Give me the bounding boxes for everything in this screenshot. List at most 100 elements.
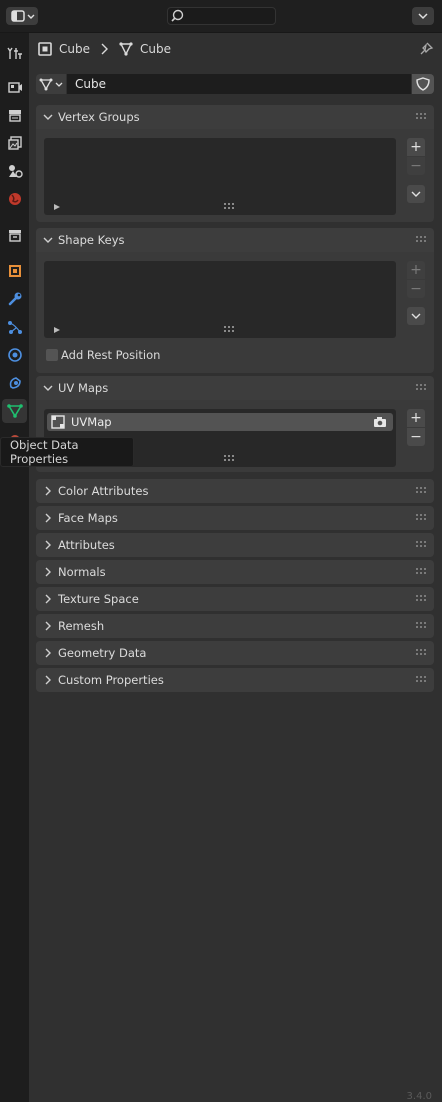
search-input[interactable]	[167, 7, 276, 25]
drag-handle-icon[interactable]	[416, 514, 428, 522]
add-shape-key-button[interactable]: +	[407, 261, 425, 279]
remove-shape-key-button[interactable]: −	[407, 280, 425, 298]
tab-output[interactable]	[2, 103, 27, 127]
breadcrumb: Cube Cube	[37, 40, 171, 58]
add-rest-position-checkbox[interactable]	[46, 349, 58, 361]
drag-handle-icon[interactable]	[416, 113, 428, 121]
mesh-data-icon	[39, 78, 63, 91]
drag-handle-icon[interactable]	[416, 676, 428, 684]
tab-modifiers[interactable]	[2, 287, 27, 311]
tab-object[interactable]	[2, 259, 27, 283]
resize-handle-icon[interactable]	[224, 455, 236, 461]
panel-body-shape-keys: + − Add Rest Position	[36, 252, 434, 373]
tooltip: Object Data Properties	[0, 437, 134, 467]
filter-expand-icon[interactable]	[54, 327, 60, 333]
vertex-group-list[interactable]	[44, 138, 396, 215]
uv-map-name: UVMap	[71, 415, 112, 429]
drag-handle-icon[interactable]	[416, 622, 428, 630]
search-icon	[171, 9, 184, 22]
view-layer-icon	[7, 136, 22, 150]
properties-tab-bar	[0, 33, 29, 1102]
render-icon	[7, 82, 22, 93]
panel-header-shape-keys[interactable]: Shape Keys	[36, 228, 434, 252]
tab-render[interactable]	[2, 75, 27, 99]
tab-constraints[interactable]	[2, 371, 27, 395]
drag-handle-icon[interactable]	[416, 649, 428, 657]
breadcrumb-object: Cube	[59, 42, 90, 56]
options-dropdown-button[interactable]	[412, 7, 434, 25]
panel-title: Shape Keys	[58, 233, 125, 247]
chevron-right-icon	[45, 621, 51, 631]
filter-expand-icon[interactable]	[54, 204, 60, 210]
browse-mesh-button[interactable]	[36, 74, 66, 94]
chevron-right-icon	[45, 540, 51, 550]
add-vertex-group-button[interactable]: +	[407, 138, 425, 156]
panel-title: UV Maps	[58, 381, 109, 395]
chevron-right-icon	[101, 43, 108, 55]
drag-handle-icon[interactable]	[416, 487, 428, 495]
panel-header-geometry-data[interactable]: Geometry Data	[36, 641, 434, 665]
remove-vertex-group-button[interactable]: −	[407, 157, 425, 175]
panel-header-attributes[interactable]: Attributes	[36, 533, 434, 557]
add-uv-map-button[interactable]: +	[407, 409, 425, 427]
properties-header	[0, 0, 442, 33]
chevron-down-icon	[43, 237, 53, 243]
pin-button[interactable]	[418, 41, 434, 57]
panel-header-color-attributes[interactable]: Color Attributes	[36, 479, 434, 503]
tab-collection[interactable]	[2, 223, 27, 247]
drag-handle-icon[interactable]	[416, 595, 428, 603]
object-icon	[8, 265, 21, 277]
object-icon	[38, 42, 52, 56]
mesh-data-icon	[119, 42, 133, 56]
chevron-right-icon	[45, 513, 51, 523]
panel-header-custom-properties[interactable]: Custom Properties	[36, 668, 434, 692]
chevron-right-icon	[45, 594, 51, 604]
resize-handle-icon[interactable]	[224, 203, 236, 209]
properties-main: Cube Cube Cube Vertex Groups + − Shape K…	[29, 33, 442, 1102]
drag-handle-icon[interactable]	[416, 384, 428, 392]
tab-view-layer[interactable]	[2, 131, 27, 155]
drag-handle-icon[interactable]	[416, 236, 428, 244]
version-label: 3.4.0	[406, 1091, 432, 1102]
tab-tool[interactable]	[2, 41, 27, 65]
panel-header-texture-space[interactable]: Texture Space	[36, 587, 434, 611]
world-icon	[8, 193, 21, 205]
chevron-down-icon	[411, 191, 421, 197]
properties-editor-icon	[11, 10, 35, 22]
chevron-right-icon	[45, 648, 51, 658]
panel-title: Attributes	[58, 538, 115, 552]
tab-physics[interactable]	[2, 343, 27, 367]
tab-world[interactable]	[2, 187, 27, 211]
panel-header-face-maps[interactable]: Face Maps	[36, 506, 434, 530]
pin-icon	[420, 42, 434, 55]
drag-handle-icon[interactable]	[416, 568, 428, 576]
mesh-data-icon	[6, 404, 23, 418]
fake-user-button[interactable]	[412, 74, 434, 94]
panel-header-uv-maps[interactable]: UV Maps	[36, 376, 434, 400]
panel-header-remesh[interactable]: Remesh	[36, 614, 434, 638]
tab-object-data[interactable]	[2, 399, 27, 423]
output-printer-icon	[8, 110, 21, 122]
resize-handle-icon[interactable]	[224, 326, 236, 332]
scene-icon	[8, 165, 23, 178]
panel-title: Geometry Data	[58, 646, 147, 660]
chevron-right-icon	[45, 486, 51, 496]
camera-icon[interactable]	[373, 415, 387, 429]
mesh-name-field[interactable]: Cube	[67, 74, 411, 94]
drag-handle-icon[interactable]	[416, 541, 428, 549]
shape-key-list[interactable]	[44, 261, 396, 338]
editor-type-button[interactable]	[6, 7, 38, 25]
uv-map-icon	[51, 415, 65, 429]
mesh-datablock-selector: Cube	[36, 74, 435, 96]
remove-uv-map-button[interactable]: −	[407, 428, 425, 446]
tab-scene[interactable]	[2, 159, 27, 183]
shield-icon	[416, 77, 430, 91]
vertex-group-specials-button[interactable]	[407, 185, 425, 203]
panel-title: Face Maps	[58, 511, 118, 525]
panel-header-normals[interactable]: Normals	[36, 560, 434, 584]
shape-key-specials-button[interactable]	[407, 307, 425, 325]
list-item[interactable]: UVMap	[47, 413, 393, 431]
panel-header-vertex-groups[interactable]: Vertex Groups	[36, 105, 434, 129]
wrench-icon	[8, 292, 21, 306]
tab-particles[interactable]	[2, 315, 27, 339]
